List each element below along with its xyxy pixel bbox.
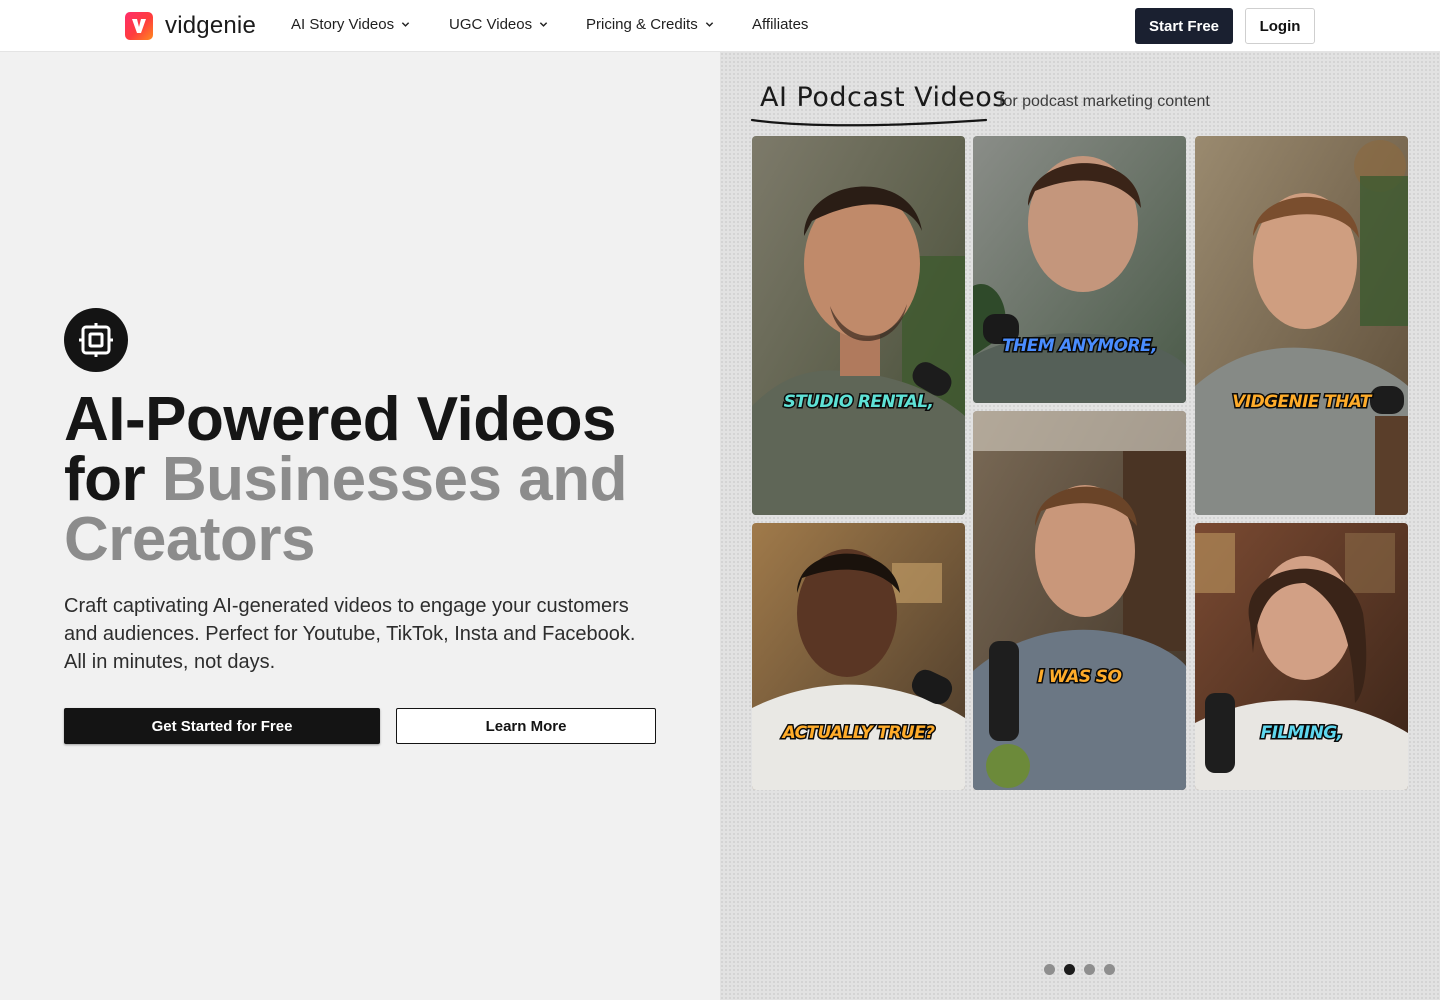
nav-item-label: Affiliates <box>752 16 809 33</box>
headline-line-1: AI-Powered Videos <box>64 385 616 454</box>
video-card[interactable]: THEM ANYMORE, <box>973 136 1186 403</box>
nav-item-label: AI Story Videos <box>291 16 395 33</box>
video-card[interactable]: I WAS SO <box>973 411 1186 790</box>
video-card[interactable]: STUDIO RENTAL, <box>752 136 965 515</box>
showcase-title: AI Podcast Videos <box>760 82 1007 113</box>
hero-subcopy: Craft captivating AI-generated videos to… <box>64 595 636 673</box>
showcase-subtitle: for podcast marketing content <box>999 93 1210 110</box>
brand-logo[interactable]: vidgenie <box>125 12 256 40</box>
video-caption: STUDIO RENTAL, <box>782 391 935 414</box>
chevron-down-icon <box>705 22 713 27</box>
hero-headline: AI-Powered Videos for Businesses and Cre… <box>64 389 704 571</box>
nav-ugc-videos[interactable]: UGC Videos <box>449 16 548 33</box>
carousel-pagination <box>1044 964 1124 975</box>
video-caption: ACTUALLY TRUE? <box>781 722 936 745</box>
title-underline <box>750 118 988 127</box>
nav-affiliates[interactable]: Affiliates <box>752 16 808 33</box>
nav-item-label: UGC Videos <box>449 16 533 33</box>
podcast-host-thumbnail <box>973 411 1186 790</box>
headline-line-2: for <box>64 445 146 514</box>
hero-section: AI-Powered Videos for Businesses and Cre… <box>0 52 720 1000</box>
video-card[interactable]: FILMING, <box>1195 523 1408 790</box>
carousel-dot[interactable] <box>1044 964 1055 975</box>
frame-icon <box>64 308 128 372</box>
video-caption: THEM ANYMORE, <box>1001 335 1159 358</box>
podcast-host-thumbnail <box>752 523 965 790</box>
nav-pricing-credits[interactable]: Pricing & Credits <box>586 16 714 33</box>
start-free-button[interactable]: Start Free <box>1135 8 1233 44</box>
podcast-host-thumbnail <box>752 136 965 515</box>
chevron-down-icon <box>539 22 548 27</box>
carousel-dot[interactable] <box>1084 964 1095 975</box>
get-started-button[interactable]: Get Started for Free <box>64 708 380 744</box>
learn-more-button[interactable]: Learn More <box>396 708 656 744</box>
headline-muted: Businesses and Creators <box>64 445 627 574</box>
nav-item-label: Pricing & Credits <box>586 16 698 33</box>
video-caption: FILMING, <box>1259 722 1344 745</box>
top-nav: vidgenie AI Story Videos UGC Videos Pric… <box>0 0 1440 52</box>
nav-ai-story-videos[interactable]: AI Story Videos <box>291 16 410 33</box>
podcast-host-thumbnail <box>1195 523 1408 790</box>
video-caption: I WAS SO <box>1036 666 1123 689</box>
video-card[interactable]: VIDGENIE THAT <box>1195 136 1408 515</box>
brand-name: vidgenie <box>165 12 257 39</box>
carousel-dot-active[interactable] <box>1064 964 1075 975</box>
podcast-host-thumbnail <box>1195 136 1408 515</box>
video-caption: VIDGENIE THAT <box>1231 391 1373 414</box>
showcase-carousel: AI Podcast Videos for podcast marketing … <box>720 52 1440 1000</box>
login-button[interactable]: Login <box>1245 8 1315 44</box>
video-card[interactable]: ACTUALLY TRUE? <box>752 523 965 790</box>
chevron-down-icon <box>401 22 410 27</box>
podcast-host-thumbnail <box>973 136 1186 403</box>
vidgenie-logo-icon <box>125 12 153 40</box>
carousel-dot[interactable] <box>1104 964 1115 975</box>
